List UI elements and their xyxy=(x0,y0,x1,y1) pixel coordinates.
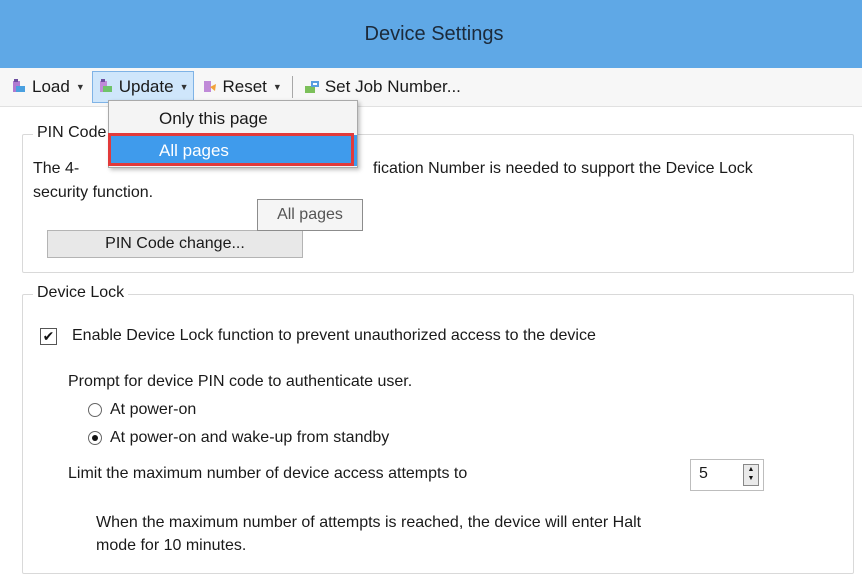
device-lock-group-title: Device Lock xyxy=(33,284,129,302)
load-icon xyxy=(10,78,28,96)
highlight-box xyxy=(108,133,354,166)
pin-code-description-start: The 4- xyxy=(33,160,80,177)
set-job-number-button[interactable]: Set Job Number... xyxy=(299,72,465,102)
radio-at-power-on-label: At power-on xyxy=(110,401,197,418)
reset-icon xyxy=(201,78,219,96)
prompt-text: Prompt for device PIN code to authentica… xyxy=(68,373,413,390)
update-button[interactable]: Update ▼ xyxy=(91,71,194,103)
spinner-buttons[interactable]: ▲ ▼ xyxy=(743,464,759,486)
reset-button[interactable]: Reset ▼ xyxy=(197,72,286,102)
pin-code-description-end: fication Number is needed to support the… xyxy=(373,160,753,177)
pin-code-description-line2: security function. xyxy=(33,184,154,201)
limit-attempts-value[interactable]: 5 xyxy=(699,465,708,483)
radio-at-power-on-and-wake-up[interactable] xyxy=(88,431,102,445)
limit-attempts-spinner[interactable]: 5 ▲ ▼ xyxy=(690,459,764,491)
radio-at-power-on-and-wake-up-label: At power-on and wake-up from standby xyxy=(110,429,390,446)
tooltip: All pages xyxy=(257,199,363,231)
title-bar: Device Settings xyxy=(0,0,862,68)
spin-up-icon[interactable]: ▲ xyxy=(744,465,758,474)
set-job-number-label: Set Job Number... xyxy=(324,77,461,96)
pin-code-group-title: PIN Code xyxy=(33,124,111,142)
job-number-icon xyxy=(303,78,321,96)
menu-item-only-this-page[interactable]: Only this page xyxy=(109,103,357,134)
update-icon xyxy=(97,78,115,96)
spin-down-icon[interactable]: ▼ xyxy=(744,474,758,483)
enable-device-lock-checkbox[interactable]: ✔ xyxy=(40,328,57,345)
window-title: Device Settings xyxy=(364,22,504,45)
toolbar-separator xyxy=(291,76,293,98)
limit-attempts-label: Limit the maximum number of device acces… xyxy=(68,465,468,482)
reset-dropdown-arrow-icon[interactable]: ▼ xyxy=(273,82,282,92)
halt-note-line2: mode for 10 minutes. xyxy=(96,537,247,554)
load-dropdown-arrow-icon[interactable]: ▼ xyxy=(76,82,85,92)
radio-at-power-on[interactable] xyxy=(88,403,102,417)
checkmark-icon: ✔ xyxy=(42,328,55,344)
enable-device-lock-label: Enable Device Lock function to prevent u… xyxy=(72,327,596,344)
update-label: Update xyxy=(118,77,174,96)
load-button[interactable]: Load ▼ xyxy=(6,72,89,102)
update-dropdown-arrow-icon[interactable]: ▼ xyxy=(180,82,189,92)
load-label: Load xyxy=(32,77,70,96)
pin-code-change-button[interactable]: PIN Code change... xyxy=(47,230,303,258)
halt-note-line1: When the maximum number of attempts is r… xyxy=(96,514,642,531)
reset-label: Reset xyxy=(222,77,267,96)
